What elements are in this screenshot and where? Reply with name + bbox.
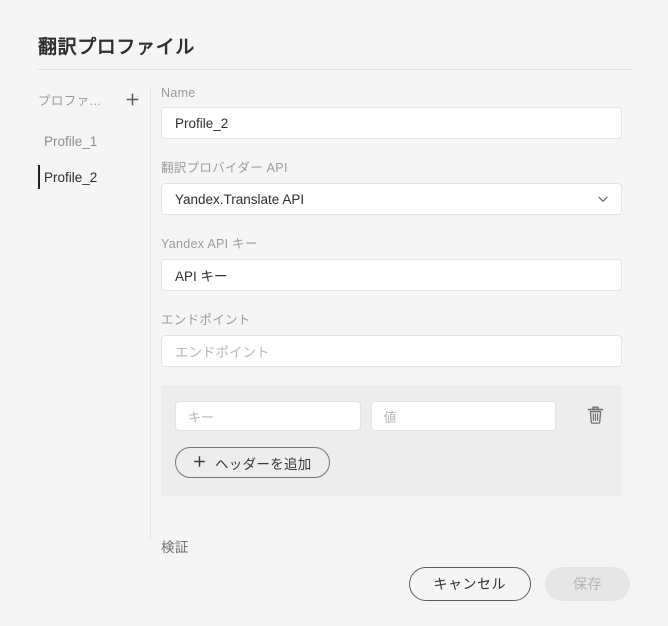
sidebar-header: プロファ... <box>38 86 146 112</box>
header-key-placeholder: キー <box>188 409 215 425</box>
api-key-input[interactable]: API キー <box>161 259 622 291</box>
name-input[interactable]: Profile_2 <box>161 107 622 139</box>
field-name: Name Profile_2 <box>161 86 632 139</box>
header-value-input[interactable]: 値 <box>370 401 557 431</box>
save-button[interactable]: 保存 <box>545 567 630 601</box>
field-api-key: Yandex API キー API キー <box>161 233 632 291</box>
profile-item-label: Profile_2 <box>44 169 98 185</box>
sidebar-item-profile-2[interactable]: Profile_2 <box>38 162 146 192</box>
add-header-button[interactable]: ヘッダーを追加 <box>175 447 330 478</box>
delete-header-button[interactable] <box>582 403 608 429</box>
api-key-input-value: API キー <box>175 269 228 284</box>
profile-item-label: Profile_1 <box>44 133 98 149</box>
title-divider <box>38 69 632 70</box>
field-provider: 翻訳プロバイダー API Yandex.Translate API <box>161 157 632 215</box>
sidebar-item-profile-1[interactable]: Profile_1 <box>38 126 146 156</box>
profile-list: Profile_1 Profile_2 <box>38 126 146 192</box>
endpoint-input[interactable]: エンドポイント <box>161 335 622 367</box>
provider-select-value: Yandex.Translate API <box>175 191 305 207</box>
chevron-down-icon <box>596 192 610 206</box>
api-key-label: Yandex API キー <box>161 237 258 251</box>
headers-section: キー 値 ヘッダーを追加 <box>161 385 622 496</box>
name-input-value: Profile_2 <box>175 115 229 131</box>
add-header-label: ヘッダーを追加 <box>215 456 312 472</box>
header-key-input[interactable]: キー <box>175 401 361 431</box>
profile-form: Name Profile_2 翻訳プロバイダー API Yandex.Trans… <box>161 86 632 557</box>
sidebar-header-label: プロファ... <box>38 93 102 108</box>
add-profile-button[interactable] <box>122 89 142 109</box>
page-title: 翻訳プロファイル <box>38 37 195 58</box>
endpoint-input-placeholder: エンドポイント <box>175 345 270 360</box>
endpoint-label: エンドポイント <box>161 313 251 327</box>
header-value-placeholder: 値 <box>383 409 397 425</box>
name-label: Name <box>161 86 196 100</box>
cancel-button[interactable]: キャンセル <box>408 567 531 601</box>
content-area: プロファ... Profile_1 Profile_2 Name Profile… <box>0 86 668 555</box>
provider-label: 翻訳プロバイダー API <box>161 161 288 175</box>
profiles-sidebar: プロファ... Profile_1 Profile_2 <box>38 86 146 198</box>
header-row: キー 値 <box>175 401 608 431</box>
dialog-footer: キャンセル 保存 <box>0 542 668 626</box>
provider-select[interactable]: Yandex.Translate API <box>161 183 622 215</box>
plus-icon <box>125 92 140 107</box>
trash-icon <box>586 405 605 428</box>
column-divider <box>150 88 151 539</box>
field-endpoint: エンドポイント エンドポイント <box>161 309 632 367</box>
plus-icon <box>193 455 206 471</box>
